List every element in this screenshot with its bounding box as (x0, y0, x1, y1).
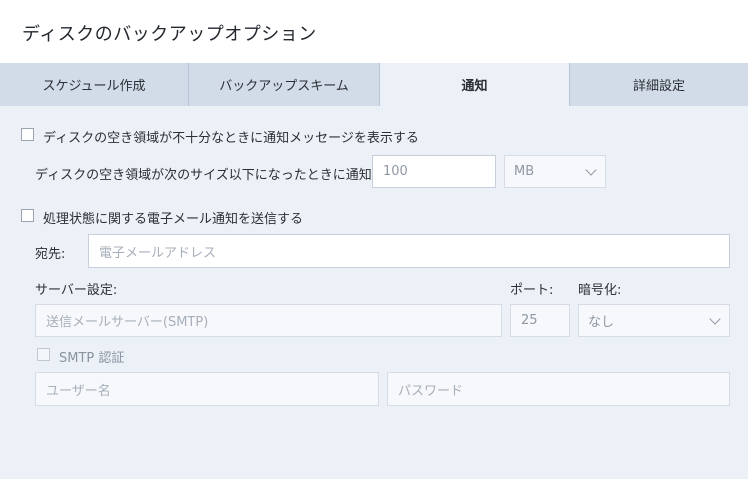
tab-label: バックアップスキーム (219, 79, 349, 94)
tab-schedule[interactable]: スケジュール作成 (0, 63, 189, 106)
smtp-auth-label: SMTP 認証 (59, 351, 125, 366)
encryption-select[interactable]: なし (578, 304, 730, 337)
encryption-select-value: なし (588, 315, 615, 330)
chevron-down-icon (709, 312, 721, 325)
threshold-input[interactable]: 100 (372, 155, 496, 188)
tab-backup-scheme[interactable]: バックアップスキーム (189, 63, 380, 106)
password-input[interactable]: パスワード (387, 372, 730, 406)
tab-notifications[interactable]: 通知 (380, 63, 570, 106)
email-address-input[interactable]: 電子メールアドレス (88, 234, 730, 268)
email-notification-checkbox[interactable] (21, 209, 34, 222)
tab-label: スケジュール作成 (42, 79, 146, 94)
to-label: 宛先: (35, 247, 66, 262)
threshold-label: ディスクの空き領域が次のサイズ以下になったときに通知する: (35, 168, 403, 183)
tab-bar: スケジュール作成 バックアップスキーム 通知 詳細設定 (0, 63, 748, 106)
username-input[interactable]: ユーザー名 (35, 372, 379, 406)
low-space-checkbox-label: ディスクの空き領域が不十分なときに通知メッセージを表示する (43, 131, 419, 146)
smtp-server-input[interactable]: 送信メールサーバー(SMTP) (35, 304, 502, 337)
port-input[interactable]: 25 (510, 304, 570, 337)
unit-select-value: MB (514, 164, 535, 179)
smtp-auth-checkbox[interactable] (37, 348, 50, 361)
tab-label: 通知 (461, 79, 488, 94)
port-label: ポート: (510, 283, 554, 298)
tab-advanced-settings[interactable]: 詳細設定 (570, 63, 748, 106)
title-bar: ディスクのバックアップオプション (0, 0, 748, 63)
chevron-down-icon (585, 163, 597, 176)
server-settings-label: サーバー設定: (35, 283, 118, 298)
low-space-checkbox[interactable] (21, 128, 34, 141)
window-title: ディスクのバックアップオプション (22, 24, 317, 45)
encryption-label: 暗号化: (578, 283, 622, 298)
email-notification-checkbox-label: 処理状態に関する電子メール通知を送信する (43, 212, 304, 227)
tab-label: 詳細設定 (632, 79, 685, 94)
unit-select[interactable]: MB (504, 155, 606, 188)
